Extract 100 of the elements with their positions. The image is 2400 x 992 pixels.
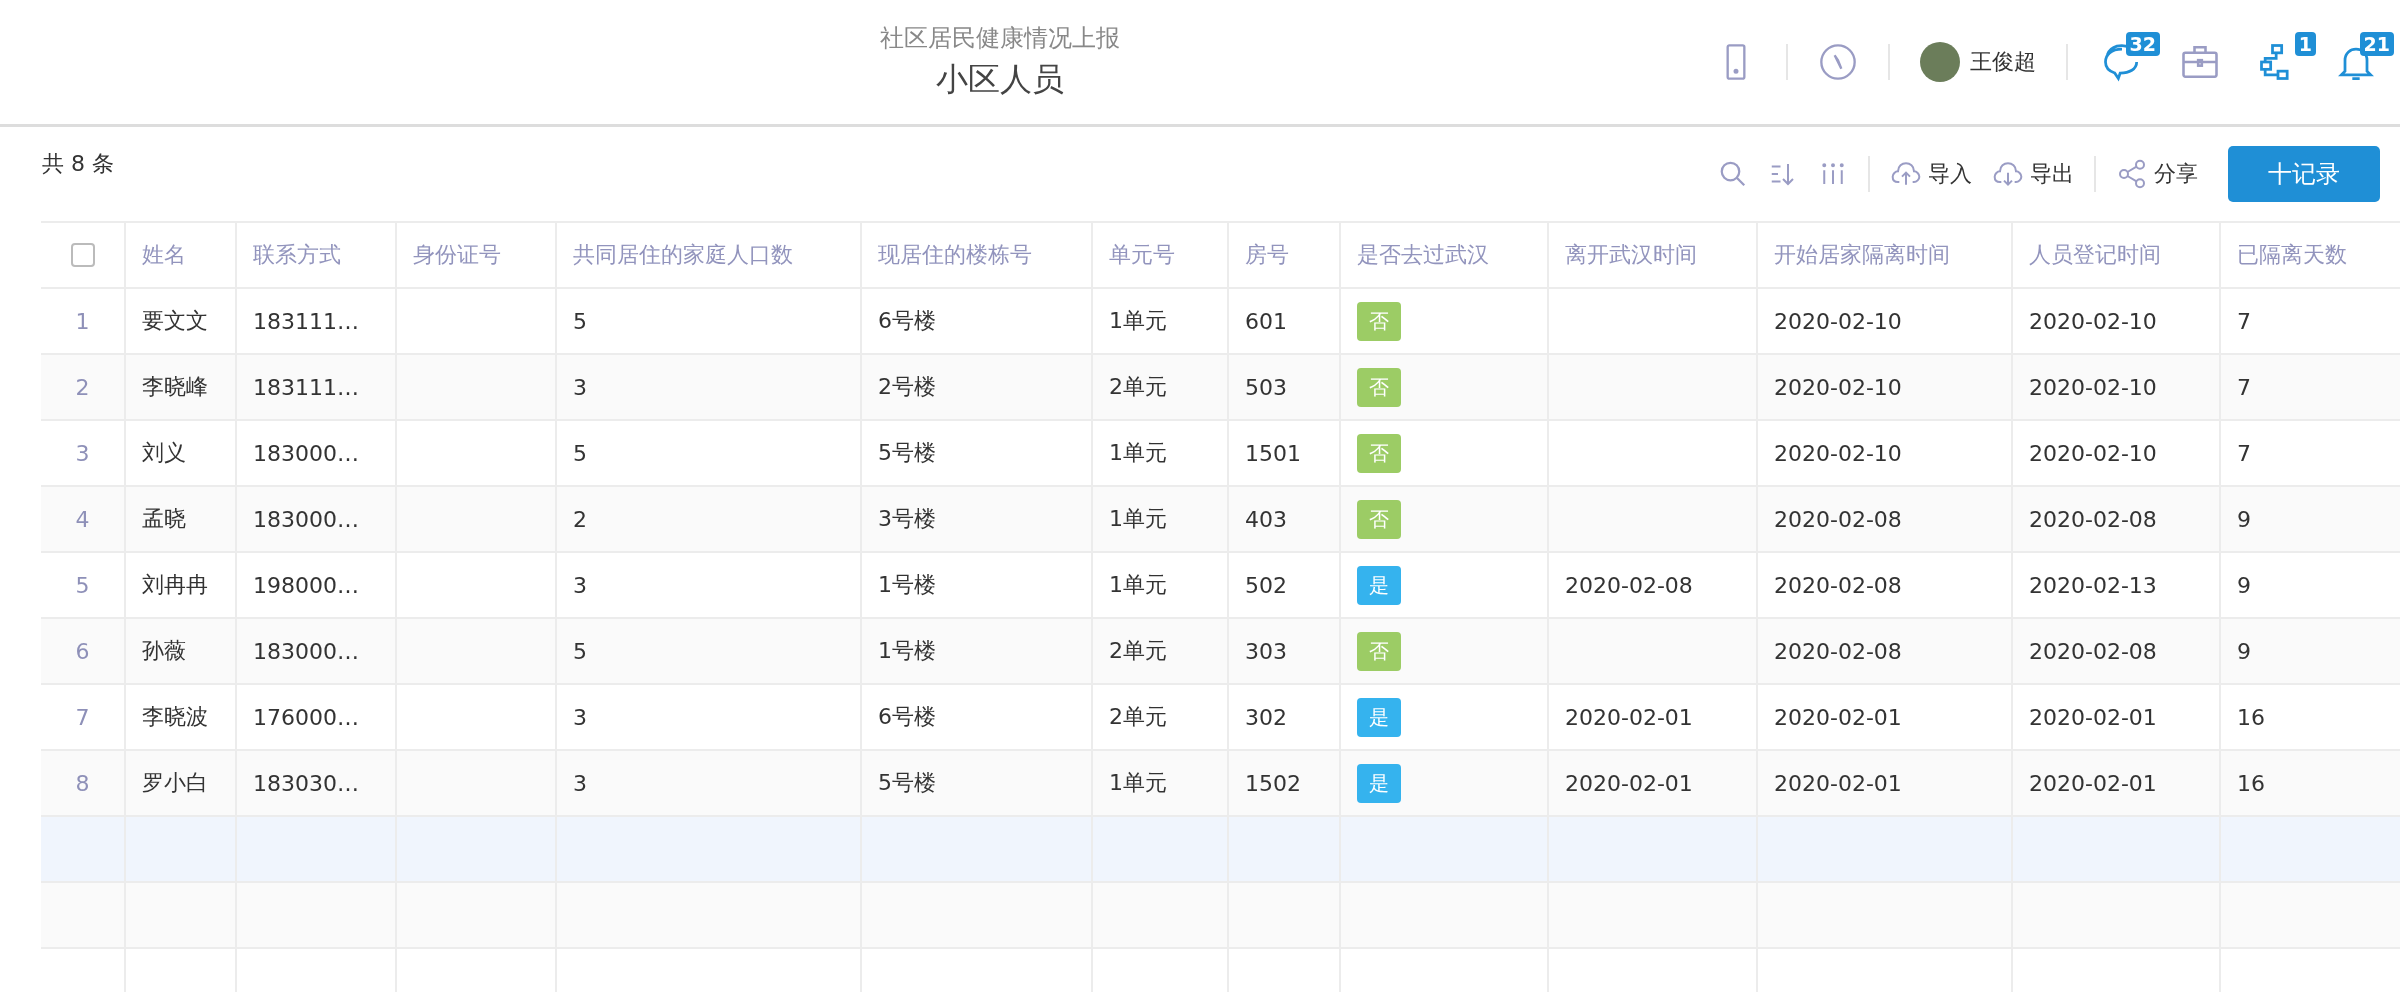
table-cell: 罗小白 — [126, 751, 237, 815]
table-cell: 1502 — [1229, 751, 1341, 815]
table-cell: 2020-02-08 — [1549, 553, 1758, 617]
add-record-button[interactable]: 十记录 — [2228, 146, 2380, 202]
table-cell: 502 — [1229, 553, 1341, 617]
status-tag: 否 — [1357, 631, 1401, 671]
table-cell: 李晓波 — [126, 685, 237, 749]
table-cell: 2号楼 — [862, 355, 1093, 419]
table-cell: 1单元 — [1093, 487, 1229, 551]
count-badge: 1 — [2294, 32, 2316, 56]
row-number: 5 — [41, 553, 126, 617]
status-tag: 是 — [1357, 565, 1401, 605]
table-cell: 303 — [1229, 619, 1341, 683]
share-icon — [2116, 158, 2148, 190]
table-cell: 要文文 — [126, 289, 237, 353]
row-number: 3 — [41, 421, 126, 485]
record-count: 共 8 条 — [42, 150, 114, 178]
compass-icon[interactable] — [1818, 42, 1858, 82]
table-cell: 2020-02-01 — [1549, 685, 1758, 749]
table-cell: 孟晓 — [126, 487, 237, 551]
table-cell: 2020-02-10 — [2013, 355, 2221, 419]
table-cell: 5 — [557, 619, 862, 683]
table-cell: 16 — [2221, 751, 2400, 815]
table-cell: 2020-02-08 — [1758, 487, 2013, 551]
toolbar-action[interactable]: 导出 — [1992, 158, 2074, 190]
page-subtitle: 社区居民健康情况上报 — [880, 23, 1120, 54]
user-avatar[interactable] — [1920, 42, 1960, 82]
table-cell: 3 — [557, 553, 862, 617]
row-number: 8 — [41, 751, 126, 815]
column-header: 已隔离天数 — [2221, 223, 2400, 287]
table-cell: 刘冉冉 — [126, 553, 237, 617]
table-cell: 183111… — [237, 289, 397, 353]
user-name[interactable]: 王俊超 — [1970, 47, 2036, 77]
table-cell: 2020-02-01 — [1549, 751, 1758, 815]
table-cell: 刘义 — [126, 421, 237, 485]
table-cell: 2020-02-08 — [2013, 487, 2221, 551]
table-cell: 183000… — [237, 421, 397, 485]
table-cell: 183030… — [237, 751, 397, 815]
table-cell: 5 — [557, 421, 862, 485]
table-cell: 1单元 — [1093, 289, 1229, 353]
table-cell: 2020-02-01 — [1758, 751, 2013, 815]
table-cell: 2020-02-10 — [1758, 421, 2013, 485]
table-cell: 16 — [2221, 685, 2400, 749]
column-header: 联系方式 — [237, 223, 397, 287]
status-tag: 否 — [1357, 367, 1401, 407]
row-number: 2 — [41, 355, 126, 419]
table-cell: 2020-02-10 — [1758, 355, 2013, 419]
table-cell: 2020-02-08 — [2013, 619, 2221, 683]
table-cell: 2020-02-08 — [1758, 553, 2013, 617]
column-header: 开始居家隔离时间 — [1758, 223, 2013, 287]
status-tag: 否 — [1357, 499, 1401, 539]
table-cell: 3号楼 — [862, 487, 1093, 551]
table-cell: 2020-02-01 — [2013, 751, 2221, 815]
column-header: 姓名 — [126, 223, 237, 287]
column-header: 共同居住的家庭人口数 — [557, 223, 862, 287]
count-badge: 21 — [2359, 32, 2394, 56]
page-title: 小区人员 — [936, 59, 1064, 100]
table-cell: 2020-02-01 — [2013, 685, 2221, 749]
table-cell: 2020-02-10 — [2013, 289, 2221, 353]
column-header: 房号 — [1229, 223, 1341, 287]
column-header: 身份证号 — [397, 223, 557, 287]
table-cell: 5 — [557, 289, 862, 353]
table-cell: 2020-02-13 — [2013, 553, 2221, 617]
status-tag: 是 — [1357, 697, 1401, 737]
status-tag: 否 — [1357, 301, 1401, 341]
table-cell: 183111… — [237, 355, 397, 419]
select-all-checkbox[interactable] — [70, 243, 95, 267]
table-cell: 李晓峰 — [126, 355, 237, 419]
toolbar-action[interactable]: 导入 — [1890, 158, 1972, 190]
table-cell: 183000… — [237, 619, 397, 683]
row-number: 1 — [41, 289, 126, 353]
table-cell: 3 — [557, 355, 862, 419]
table-cell: 6号楼 — [862, 289, 1093, 353]
search-icon[interactable] — [1718, 159, 1748, 189]
status-tag: 是 — [1357, 763, 1401, 803]
table-cell: 1单元 — [1093, 751, 1229, 815]
status-tag: 否 — [1357, 433, 1401, 473]
table-cell: 403 — [1229, 487, 1341, 551]
table-cell: 183000… — [237, 487, 397, 551]
table-cell: 5号楼 — [862, 421, 1093, 485]
table-cell: 6号楼 — [862, 685, 1093, 749]
column-header: 人员登记时间 — [2013, 223, 2221, 287]
table-cell: 2020-02-10 — [2013, 421, 2221, 485]
table-cell: 2单元 — [1093, 355, 1229, 419]
table-cell: 302 — [1229, 685, 1341, 749]
table-cell: 5号楼 — [862, 751, 1093, 815]
table-cell: 9 — [2221, 619, 2400, 683]
table-cell: 1501 — [1229, 421, 1341, 485]
table-cell: 2020-02-01 — [1758, 685, 2013, 749]
table-cell: 3 — [557, 685, 862, 749]
column-header: 是否去过武汉 — [1341, 223, 1549, 287]
toolbar-action[interactable]: 分享 — [2116, 158, 2198, 190]
table-cell: 7 — [2221, 355, 2400, 419]
table-cell: 1号楼 — [862, 553, 1093, 617]
table-cell: 2020-02-08 — [1758, 619, 2013, 683]
table-cell: 1号楼 — [862, 619, 1093, 683]
table-cell: 2单元 — [1093, 619, 1229, 683]
table-cell: 176000… — [237, 685, 397, 749]
table-cell: 2单元 — [1093, 685, 1229, 749]
table-cell: 601 — [1229, 289, 1341, 353]
